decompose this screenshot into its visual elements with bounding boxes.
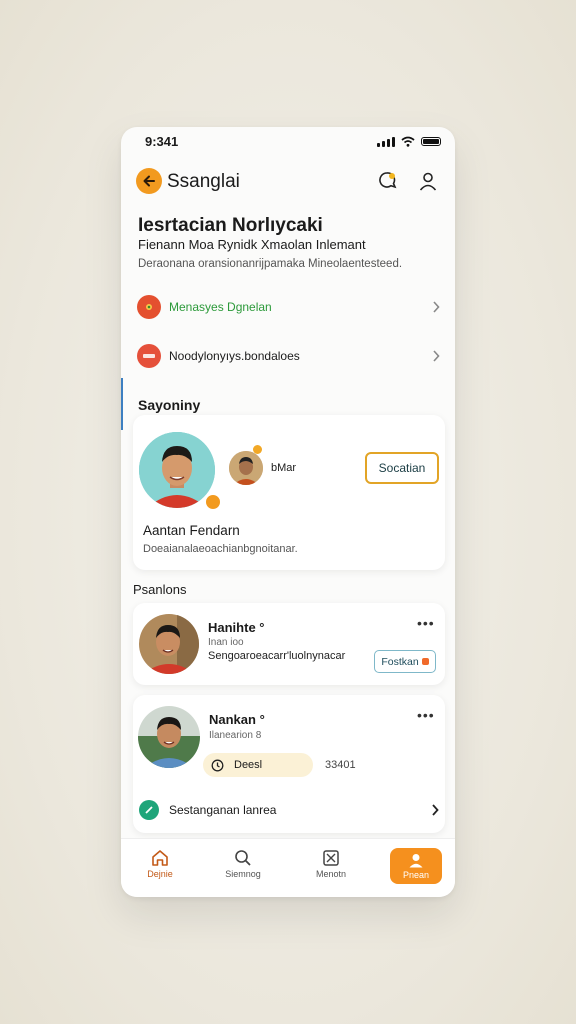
status-bar: 9:341 xyxy=(121,127,455,157)
pencil-icon xyxy=(139,800,159,820)
home-icon xyxy=(152,850,168,866)
person-card[interactable]: Nankan ° Ilanearion 8 ••• Deesl 33401 Se… xyxy=(133,695,445,833)
status-pill: Deesl xyxy=(203,753,313,777)
link-label: Menasyes Dgnelan xyxy=(169,300,272,314)
hero-title: Iesrtacian Norlıycaki xyxy=(138,215,323,236)
pill-label: Deesl xyxy=(234,759,263,771)
chevron-right-icon xyxy=(432,804,439,816)
nav-menu[interactable]: Menotn xyxy=(301,847,361,879)
bottom-nav: Dejnie Siemnog Menotn Pnean xyxy=(121,838,455,897)
badge-icon xyxy=(137,344,161,368)
featured-name: Aantan Fendarn xyxy=(143,523,240,538)
app-bar: Ssanglai xyxy=(121,167,455,197)
phone-frame: 9:341 Ssanglai Iesrtacian Norlıycaki Fie… xyxy=(121,127,455,897)
person-meta: Ilanearion 8 xyxy=(209,730,262,741)
nav-label: Menotn xyxy=(315,869,347,879)
section-title: Sayoniny xyxy=(138,397,201,413)
person-name: Nankan ° xyxy=(209,712,265,727)
verified-badge-icon xyxy=(204,493,222,511)
featured-action-button[interactable]: Socatian xyxy=(365,452,439,484)
chat-button[interactable] xyxy=(377,170,399,192)
wifi-icon xyxy=(401,136,415,147)
section-indicator xyxy=(121,378,123,430)
featured-avatar xyxy=(139,432,215,508)
flower-icon xyxy=(137,295,161,319)
nav-label: Siemnog xyxy=(225,869,261,879)
close-box-icon xyxy=(323,850,339,866)
nav-label: Pnean xyxy=(402,870,430,880)
user-icon xyxy=(409,854,423,868)
nav-search[interactable]: Siemnog xyxy=(213,847,273,879)
link-row-noodylonyiys[interactable]: Noodylonyıys.bondaloes xyxy=(133,338,443,374)
person-text: Sengoaroeacarr'luolnynacar xyxy=(208,650,346,662)
link-row-menasyes[interactable]: Menasyes Dgnelan xyxy=(133,289,443,325)
chat-bubble-icon xyxy=(379,172,397,189)
nav-label: Dejnie xyxy=(147,869,173,879)
chevron-right-icon xyxy=(429,350,443,362)
battery-icon xyxy=(421,137,441,146)
link-label: Sestanganan lanrea xyxy=(169,803,277,817)
small-label: bMar xyxy=(271,462,297,474)
tag-icon xyxy=(421,658,429,665)
nav-profile[interactable]: Pnean xyxy=(390,848,442,884)
link-label: Noodylonyıys.bondaloes xyxy=(169,349,300,363)
link-row-sestanganan[interactable]: Sestanganan lanrea xyxy=(139,799,439,821)
status-dot-icon xyxy=(253,445,262,454)
more-options-icon[interactable]: ••• xyxy=(417,615,435,631)
search-icon xyxy=(235,850,251,866)
hero-subtitle: Fienann Moa Rynidk Xmaolan Inlemant xyxy=(138,237,366,252)
signal-icon xyxy=(377,136,395,147)
small-avatar xyxy=(229,451,263,485)
person-avatar xyxy=(139,614,199,674)
status-icons xyxy=(377,136,441,147)
hero-description: Deraonana oransionanrijpamaka Mineolaent… xyxy=(138,258,403,270)
clock-icon xyxy=(211,759,224,771)
arrow-left-icon xyxy=(143,175,155,187)
person-meta: Inan ioo xyxy=(208,637,244,648)
pill-value: 33401 xyxy=(325,759,356,771)
status-time: 9:341 xyxy=(145,134,179,149)
person-action-label: Fostkan xyxy=(381,655,419,668)
person-name: Hanihte ° xyxy=(208,620,265,635)
back-button[interactable] xyxy=(136,168,162,194)
more-options-icon[interactable]: ••• xyxy=(417,707,435,723)
user-icon xyxy=(419,172,437,191)
section-title: Psanlons xyxy=(133,582,187,597)
person-action-button[interactable]: Fostkan xyxy=(374,650,436,673)
featured-card[interactable]: bMar Socatian Aantan Fendarn Doeaianalae… xyxy=(133,415,445,570)
featured-description: Doeaianalaeoachianbgnoitanar. xyxy=(143,543,298,555)
person-card[interactable]: Hanihte ° Inan ioo Sengoaroeacarr'luolny… xyxy=(133,603,445,685)
nav-home[interactable]: Dejnie xyxy=(130,847,190,879)
person-avatar xyxy=(138,706,200,768)
profile-button[interactable] xyxy=(417,170,439,192)
app-title: Ssanglai xyxy=(167,171,240,192)
chevron-right-icon xyxy=(429,301,443,313)
